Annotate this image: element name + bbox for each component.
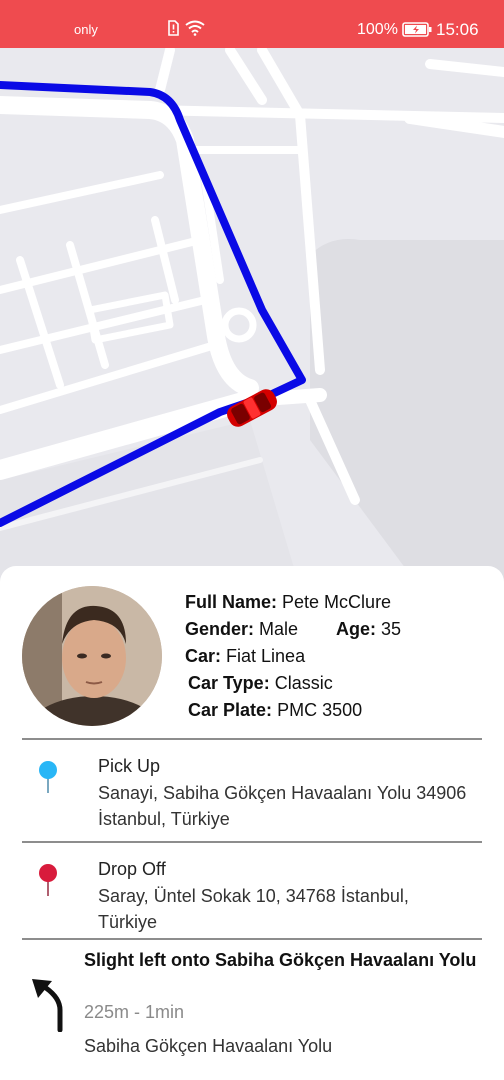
status-bar: only 100% 15:06	[0, 0, 504, 48]
age-value: 35	[381, 619, 402, 639]
divider	[22, 938, 482, 940]
pickup-title: Pick Up	[98, 756, 161, 776]
gender-row: Gender: Male	[185, 619, 298, 640]
full-name-value: Pete McClure	[282, 592, 392, 612]
car-label: Car:	[185, 646, 222, 666]
age-label: Age:	[336, 619, 376, 639]
car-row: Car: Fiat Linea	[185, 646, 305, 667]
gender-label: Gender:	[185, 619, 255, 639]
turn-slight-left-icon	[32, 979, 63, 1032]
car-plate-row: Car Plate: PMC 3500	[188, 700, 362, 721]
car-plate-label: Car Plate:	[188, 700, 273, 720]
battery-percent: 100%	[357, 21, 398, 38]
sim-alert-icon	[168, 20, 179, 36]
car-type-row: Car Type: Classic	[188, 673, 333, 694]
nav-distance-time: 225m - 1min	[84, 1002, 185, 1022]
map-canvas	[0, 48, 504, 588]
car-type-value: Classic	[274, 673, 333, 693]
car-value: Fiat Linea	[226, 646, 306, 666]
wifi-icon	[185, 20, 205, 36]
nav-street: Sabiha Gökçen Havaalanı Yolu	[84, 1036, 333, 1056]
gender-value: Male	[259, 619, 299, 639]
dropoff-title: Drop Off	[98, 859, 166, 879]
dropoff-pin-icon	[39, 864, 57, 896]
dropoff-address: Saray, Üntel Sokak 10, 34768 İstanbul, T…	[98, 886, 409, 932]
full-name-label: Full Name:	[185, 592, 278, 612]
carrier-label: only	[74, 22, 98, 37]
battery-charging-icon	[402, 22, 432, 37]
clock: 15:06	[436, 20, 479, 39]
trip-details-card: Full Name: Pete McClure Gender: Male Age…	[0, 566, 504, 1080]
car-type-label: Car Type:	[188, 673, 270, 693]
car-plate-value: PMC 3500	[277, 700, 363, 720]
divider	[22, 738, 482, 740]
age-row: Age: 35	[336, 619, 401, 640]
divider	[22, 841, 482, 843]
pickup-pin-icon	[39, 761, 57, 793]
pickup-address: Sanayi, Sabiha Gökçen Havaalanı Yolu 349…	[98, 783, 467, 829]
full-name-row: Full Name: Pete McClure	[185, 592, 391, 613]
driver-avatar	[22, 586, 162, 726]
map-view[interactable]	[0, 48, 504, 588]
nav-instruction: Slight left onto Sabiha Gökçen Havaalanı…	[84, 950, 477, 970]
